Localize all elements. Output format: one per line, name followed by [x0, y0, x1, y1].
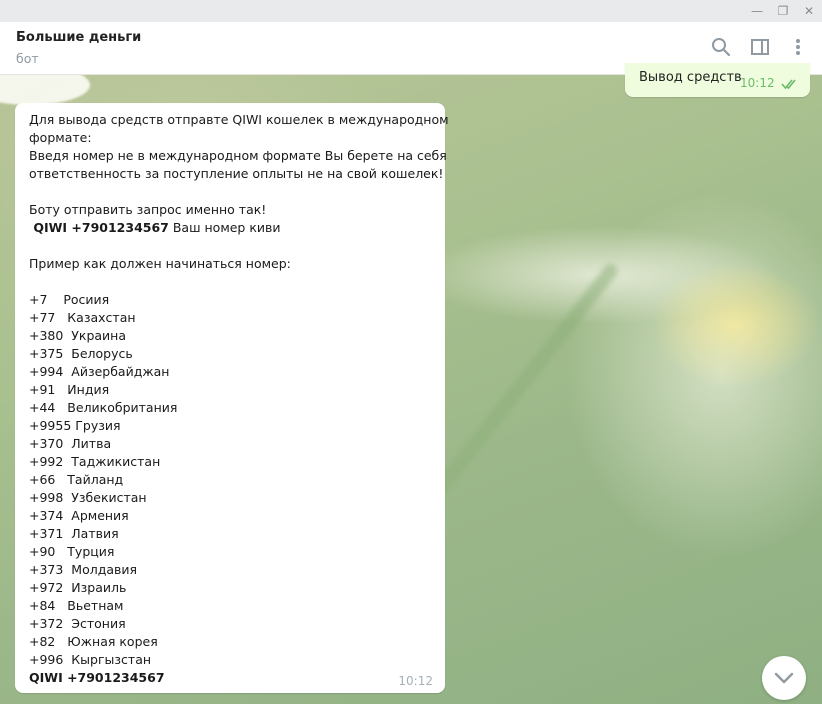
country-code-item: +371 Латвия — [29, 526, 119, 541]
message-line: QIWI +7901234567 Ваш номер киви — [29, 219, 449, 237]
country-code-item: +996 Кыргызстан — [29, 652, 152, 667]
message-line — [29, 237, 449, 255]
double-check-icon — [781, 75, 799, 94]
country-code-item: +77 Казахстан — [29, 310, 136, 325]
qiwi-footer-bold: QIWI +7901234567 — [29, 670, 165, 685]
maximize-button[interactable]: ❐ — [770, 0, 796, 22]
incoming-message[interactable]: Для вывода средств отправте QIWI кошелек… — [15, 103, 449, 693]
country-code-item: +370 Литва — [29, 436, 112, 451]
country-code-item: +994 Айзербайджан — [29, 364, 170, 379]
message-line: Введя номер не в международном формате В… — [29, 148, 447, 163]
message-line — [29, 273, 449, 291]
scroll-to-bottom-button[interactable] — [762, 656, 806, 700]
search-icon[interactable] — [710, 36, 732, 58]
country-code-item: +992 Таджикистан — [29, 454, 161, 469]
country-code-item: +44 Великобритания — [29, 400, 178, 415]
country-code-item: +91 Индия — [29, 382, 110, 397]
country-code-item: +380 Украина — [29, 328, 126, 343]
close-button[interactable]: ✕ — [796, 0, 822, 22]
country-code-item: +9955 Грузия — [29, 418, 121, 433]
country-code-item: +373 Молдавия — [29, 562, 138, 577]
chat-status: бот — [16, 51, 39, 66]
message-text: Для вывода средств отправте QIWI кошелек… — [29, 111, 449, 687]
sidebar-panel-icon[interactable] — [749, 36, 771, 58]
outgoing-message-text: Вывод средств — [639, 70, 742, 85]
country-code-item: +972 Израиль — [29, 580, 127, 595]
outgoing-message[interactable]: Вывод средств 10:12 — [625, 63, 810, 97]
more-vertical-icon[interactable] — [787, 36, 809, 58]
country-code-item: +372 Эстония — [29, 616, 126, 631]
message-line: QIWI +7901234567 — [29, 669, 449, 687]
minimize-button[interactable]: — — [744, 0, 770, 22]
message-line: формате: — [29, 130, 92, 145]
background-stem — [424, 261, 621, 507]
message-line: ответственность за поступление оплыты не… — [29, 166, 444, 181]
message-line — [29, 183, 449, 201]
message-line: Для вывода средств отправте QIWI кошелек… — [29, 112, 449, 127]
chat-title[interactable]: Большие деньги — [16, 30, 141, 45]
outgoing-message-time: 10:12 — [740, 76, 775, 90]
country-code-item: +374 Армения — [29, 508, 129, 523]
country-code-item: +7 Росиия — [29, 292, 110, 307]
message-line: Боту отправить запрос именно так! — [29, 202, 267, 217]
country-code-item: +90 Турция — [29, 544, 115, 559]
chevron-down-icon — [774, 669, 794, 688]
country-code-item: +998 Узбекистан — [29, 490, 147, 505]
country-code-item: +66 Тайланд — [29, 472, 124, 487]
qiwi-request-bold: QIWI +7901234567 — [29, 220, 169, 235]
window-titlebar: — ❐ ✕ — [0, 0, 822, 22]
message-line: Пример как должен начинаться номер: — [29, 256, 291, 271]
background-petal — [0, 75, 90, 105]
country-code-item: +82 Южная корея — [29, 634, 158, 649]
incoming-message-time: 10:12 — [398, 674, 433, 688]
country-code-item: +84 Вьетнам — [29, 598, 124, 613]
country-code-item: +375 Белорусь — [29, 346, 133, 361]
qiwi-request-rest: Ваш номер киви — [168, 220, 281, 235]
